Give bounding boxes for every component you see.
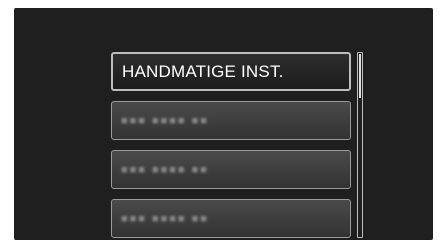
menu-item-label: ■■■ ■■■■ ■■ [121, 212, 209, 225]
menu-item-label: ■■■ ■■■■ ■■ [121, 163, 209, 176]
menu-item-4[interactable]: ■■■ ■■■■ ■■ [111, 199, 351, 238]
menu-item-label: ■■■ ■■■■ ■■ [121, 114, 209, 127]
menu-item-label: HANDMATIGE INST. [122, 61, 284, 81]
menu-item-manual-settings[interactable]: HANDMATIGE INST. [111, 52, 351, 91]
scrollbar[interactable] [357, 52, 363, 238]
menu-item-2[interactable]: ■■■ ■■■■ ■■ [111, 101, 351, 140]
camera-screen: HANDMATIGE INST. ■■■ ■■■■ ■■ ■■■ ■■■■ ■■… [14, 8, 433, 240]
scrollbar-thumb[interactable] [359, 54, 361, 98]
settings-menu: HANDMATIGE INST. ■■■ ■■■■ ■■ ■■■ ■■■■ ■■… [111, 52, 351, 248]
menu-item-3[interactable]: ■■■ ■■■■ ■■ [111, 150, 351, 189]
